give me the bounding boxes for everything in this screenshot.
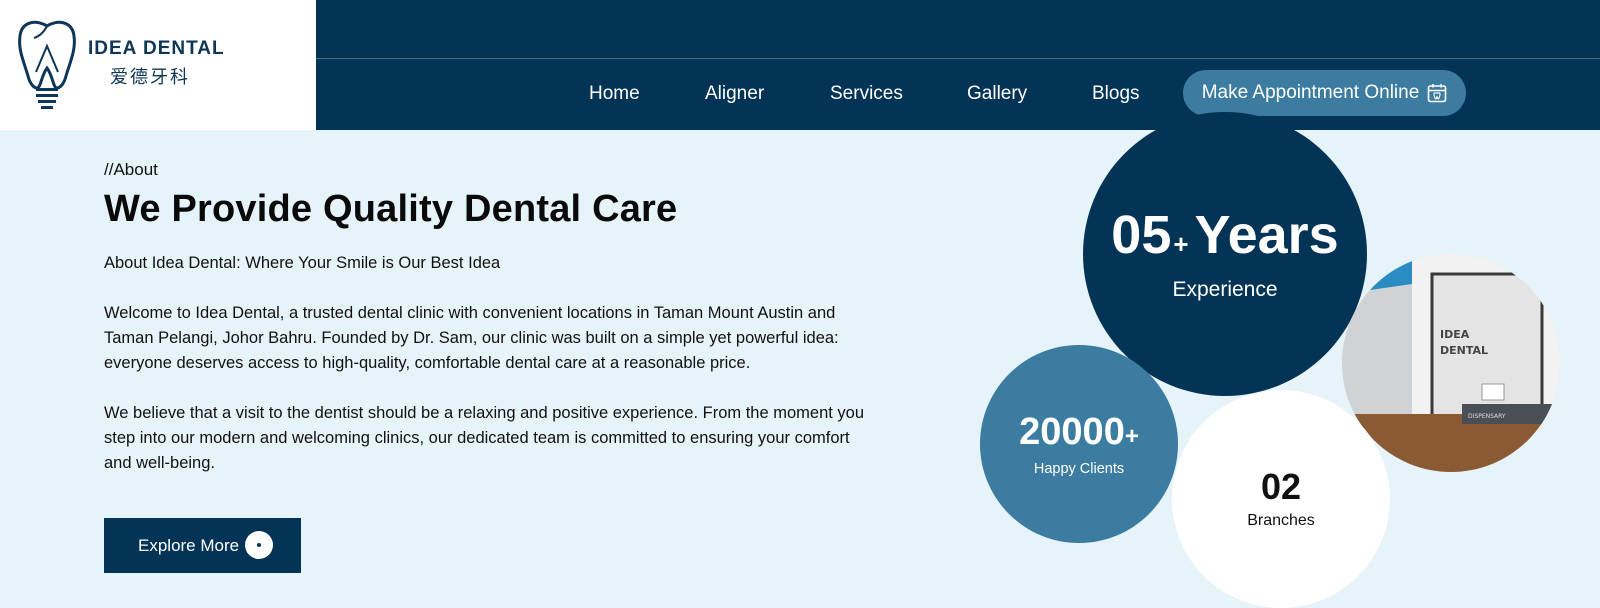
nav-blogs[interactable]: Blogs — [1092, 83, 1140, 105]
make-appointment-button[interactable]: Make Appointment Online — [1183, 70, 1466, 116]
nav-home[interactable]: Home — [589, 83, 640, 105]
branches-number: 02 — [1260, 466, 1302, 507]
calendar-icon — [1427, 84, 1447, 103]
top-divider — [316, 58, 1600, 59]
nav-aligner[interactable]: Aligner — [705, 83, 764, 105]
experience-paragraph: We believe that a visit to the dentist s… — [104, 404, 865, 472]
clients-plus: + — [1124, 422, 1139, 450]
intro-paragraph: Welcome to Idea Dental, a trusted dental… — [104, 304, 839, 372]
make-appointment-label: Make Appointment Online — [1201, 82, 1420, 103]
nav-gallery[interactable]: Gallery — [967, 83, 1027, 105]
brand-name: IDEA DENTAL — [88, 38, 225, 59]
branches-label: Branches — [1247, 512, 1315, 529]
clinic-photo: IDEA DENTAL DISPENSARY — [1342, 254, 1560, 472]
brand-name-chinese: 爱德牙科 — [110, 67, 190, 87]
page-title: We Provide Quality Dental Care — [104, 188, 678, 230]
tooth-icon — [18, 20, 76, 109]
clinic-reception-image: IDEA DENTAL DISPENSARY — [1342, 254, 1560, 472]
years-plus: + — [1173, 228, 1189, 259]
logo[interactable]: IDEA DENTAL 爱德牙科 — [0, 0, 316, 130]
years-label: Experience — [1172, 277, 1278, 301]
nav-services[interactable]: Services — [830, 83, 903, 105]
clients-number: 20000 — [1019, 410, 1125, 453]
svg-text:DISPENSARY: DISPENSARY — [1468, 413, 1506, 420]
years-number: 05 — [1111, 204, 1172, 265]
section-subtitle: About Idea Dental: Where Your Smile is O… — [104, 254, 501, 272]
explore-more-label: Explore More — [138, 535, 240, 555]
branches-stat: 02 Branches — [1172, 390, 1390, 608]
svg-text:DENTAL: DENTAL — [1440, 344, 1488, 357]
explore-more-button[interactable]: Explore More — [104, 518, 301, 573]
dot-icon — [245, 531, 273, 559]
svg-text:IDEA: IDEA — [1440, 328, 1470, 341]
years-unit: Years — [1194, 204, 1339, 265]
section-kicker: //About — [104, 160, 158, 179]
happy-clients-stat: 20000+ Happy Clients — [980, 345, 1178, 543]
years-experience-stat: 05 + Years Experience — [1083, 112, 1367, 396]
clients-label: Happy Clients — [1033, 460, 1125, 477]
